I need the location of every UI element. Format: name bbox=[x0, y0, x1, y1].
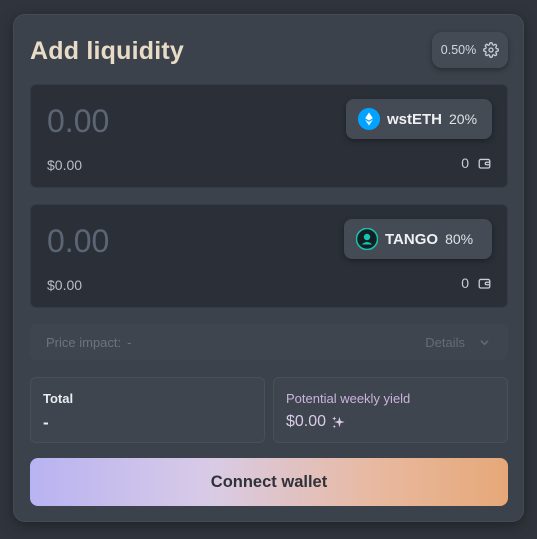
price-impact-value: - bbox=[127, 335, 132, 350]
usd-value: $0.00 bbox=[47, 157, 83, 173]
token-select-tango[interactable]: TANGO 80% bbox=[344, 219, 492, 259]
token-input-panel-wsteth: wstETH 20% $0.00 0 bbox=[30, 84, 508, 188]
weekly-yield: $0.00 bbox=[286, 413, 346, 431]
wsteth-logo-icon bbox=[358, 108, 380, 130]
page-title: Add liquidity bbox=[30, 37, 184, 65]
price-impact-bar[interactable]: Price impact: - Details bbox=[30, 324, 508, 360]
token-symbol: TANGO bbox=[385, 230, 439, 248]
price-impact: Price impact: - bbox=[46, 335, 131, 350]
price-impact-label: Price impact: bbox=[46, 335, 122, 350]
wallet-icon bbox=[478, 278, 491, 289]
token-weight: 20% bbox=[449, 111, 478, 127]
chevron-down-icon bbox=[480, 340, 489, 346]
total-card: Total - bbox=[30, 377, 265, 443]
token-input-panel-tango: TANGO 80% $0.00 0 bbox=[30, 204, 508, 308]
add-liquidity-card: Add liquidity 0.50% wstETH 20% $0.00 0 bbox=[13, 14, 524, 522]
weekly-yield-value: $0.00 bbox=[286, 413, 327, 430]
total-value: - bbox=[43, 413, 49, 432]
wallet-balance[interactable]: 0 bbox=[461, 275, 491, 291]
details-label: Details bbox=[425, 335, 465, 350]
token-select-wsteth[interactable]: wstETH 20% bbox=[346, 99, 492, 139]
balance-value: 0 bbox=[461, 155, 469, 171]
token-weight: 80% bbox=[445, 231, 474, 247]
wallet-balance[interactable]: 0 bbox=[461, 155, 491, 171]
total-label: Total bbox=[43, 391, 74, 406]
token-symbol: wstETH bbox=[387, 110, 443, 128]
balance-value: 0 bbox=[461, 275, 469, 291]
wallet-icon bbox=[478, 158, 491, 169]
tango-logo-icon bbox=[356, 228, 378, 250]
wsteth-amount-input[interactable] bbox=[47, 101, 277, 141]
weekly-yield-card: Potential weekly yield $0.00 bbox=[273, 377, 508, 443]
connect-wallet-button[interactable]: Connect wallet bbox=[30, 458, 508, 506]
slippage-value: 0.50% bbox=[440, 43, 477, 57]
slippage-settings-button[interactable]: 0.50% bbox=[432, 32, 508, 68]
details-toggle[interactable]: Details bbox=[425, 335, 490, 350]
tango-amount-input[interactable] bbox=[47, 221, 277, 261]
weekly-yield-label: Potential weekly yield bbox=[286, 391, 411, 406]
gear-icon bbox=[483, 42, 500, 58]
usd-value: $0.00 bbox=[47, 277, 83, 293]
sparkles-icon bbox=[332, 415, 345, 428]
